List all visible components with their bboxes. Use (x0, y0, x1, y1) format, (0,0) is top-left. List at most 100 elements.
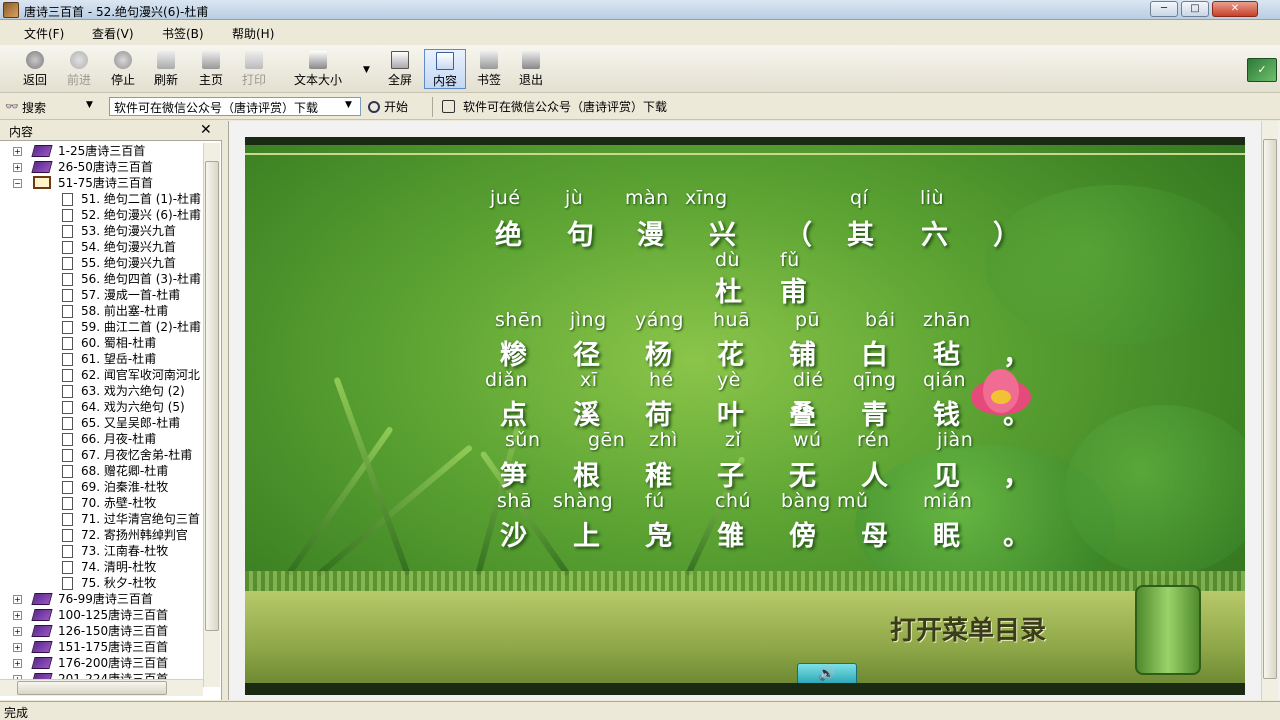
expand-icon[interactable]: + (13, 147, 22, 156)
tree-book-node[interactable]: +1-25唐诗三百首 (0, 143, 203, 159)
menu-view[interactable]: 查看(V) (92, 25, 134, 42)
pinyin-syllable: diǎn (485, 369, 529, 391)
tree-page-node[interactable]: 56. 绝句四首 (3)-杜甫 (0, 271, 203, 287)
window-title: 唐诗三百首 - 52.绝句漫兴(6)-杜甫 (24, 5, 209, 19)
expand-icon[interactable]: + (13, 611, 22, 620)
content-vertical-scrollbar[interactable] (1261, 121, 1278, 700)
tree-page-node[interactable]: 63. 戏为六绝句 (2) (0, 383, 203, 399)
minimize-button[interactable]: ─ (1150, 1, 1178, 17)
expand-icon[interactable]: + (13, 627, 22, 636)
tree-page-node[interactable]: 66. 月夜-杜甫 (0, 431, 203, 447)
collapse-icon[interactable]: − (13, 179, 22, 188)
pinyin-syllable: liù (920, 187, 945, 209)
tree-page-node[interactable]: 72. 寄扬州韩绰判官 (0, 527, 203, 543)
page-icon (62, 577, 73, 590)
poem-character: 叶 (717, 400, 744, 431)
tree-page-node[interactable]: 61. 望岳-杜甫 (0, 351, 203, 367)
poem-character: 点 (500, 400, 527, 431)
tree-page-label: 62. 闻官军收河南河北 (81, 368, 200, 382)
search-go-button[interactable]: 开始 (368, 98, 408, 115)
tree-vertical-scrollbar[interactable] (203, 143, 220, 687)
toolbar-separator (432, 97, 433, 117)
tree-book-node[interactable]: +126-150唐诗三百首 (0, 623, 203, 639)
poem-character: 径 (573, 340, 600, 371)
tree-page-label: 65. 又呈吴郎-杜甫 (81, 416, 181, 430)
poem-character: 句 (567, 220, 594, 251)
tree-page-node[interactable]: 67. 月夜忆舍弟-杜甫 (0, 447, 203, 463)
tree-horizontal-scrollbar[interactable] (0, 679, 203, 696)
tree-page-label: 58. 前出塞-杜甫 (81, 304, 169, 318)
poem-character: 糁 (500, 340, 527, 371)
tree-page-node[interactable]: 75. 秋夕-杜牧 (0, 575, 203, 591)
poem-character: 杨 (645, 340, 672, 371)
pinyin-syllable: shàng (553, 490, 614, 512)
tree-page-node[interactable]: 54. 绝句漫兴九首 (0, 239, 203, 255)
search-label[interactable]: 搜索 (22, 99, 46, 116)
tree-page-node[interactable]: 51. 绝句二首 (1)-杜甫 (0, 191, 203, 207)
tree-page-node[interactable]: 52. 绝句漫兴 (6)-杜甫 (0, 207, 203, 223)
tree-page-node[interactable]: 60. 蜀相-杜甫 (0, 335, 203, 351)
tree-book-node[interactable]: +176-200唐诗三百首 (0, 655, 203, 671)
tree-page-node[interactable]: 65. 又呈吴郎-杜甫 (0, 415, 203, 431)
tree-book-node[interactable]: +151-175唐诗三百首 (0, 639, 203, 655)
expand-icon[interactable]: + (13, 163, 22, 172)
tree-horizontal-scroll-thumb[interactable] (17, 681, 167, 695)
menu-file[interactable]: 文件(F) (24, 25, 64, 42)
pane-close-icon[interactable]: ✕ (200, 122, 212, 138)
forward-button[interactable]: 前进 (60, 49, 98, 89)
tree-page-node[interactable]: 70. 赤壁-杜牧 (0, 495, 203, 511)
content-vertical-scroll-thumb[interactable] (1263, 139, 1277, 679)
search-input-dropdown-icon[interactable]: ▼ (345, 100, 352, 110)
tree-book-node[interactable]: − 51-75唐诗三百首 (0, 175, 203, 191)
tree-page-node[interactable]: 74. 清明-杜牧 (0, 559, 203, 575)
pinyin-syllable: hé (649, 369, 674, 391)
search-dropdown-icon[interactable]: ▼ (86, 100, 93, 110)
poem-character: 漫 (637, 220, 664, 251)
stop-button[interactable]: 停止 (104, 49, 142, 89)
tree-page-node[interactable]: 69. 泊秦淮-杜牧 (0, 479, 203, 495)
back-button[interactable]: 返回 (16, 49, 54, 89)
expand-icon[interactable]: + (13, 659, 22, 668)
exit-button[interactable]: 退出 (512, 49, 550, 89)
tree-page-node[interactable]: 62. 闻官军收河南河北 (0, 367, 203, 383)
ad-link[interactable]: 软件可在微信公众号（唐诗评赏）下载 (442, 98, 667, 115)
tree-page-node[interactable]: 53. 绝句漫兴九首 (0, 223, 203, 239)
poem-character: （ (785, 220, 812, 251)
close-button[interactable]: ✕ (1212, 1, 1258, 17)
tree-book-node[interactable]: +100-125唐诗三百首 (0, 607, 203, 623)
contents-button[interactable]: 内容 (424, 49, 466, 89)
maximize-button[interactable]: □ (1181, 1, 1209, 17)
text-size-button[interactable]: 文本大小 (286, 49, 350, 89)
expand-icon[interactable]: + (13, 595, 22, 604)
home-button[interactable]: 主页 (192, 49, 230, 89)
refresh-button[interactable]: 刷新 (147, 49, 185, 89)
print-button[interactable]: 打印 (235, 49, 273, 89)
tree-page-node[interactable]: 64. 戏为六绝句 (5) (0, 399, 203, 415)
text-size-dropdown-icon[interactable]: ▼ (363, 65, 370, 75)
tree-page-node[interactable]: 68. 赠花卿-杜甫 (0, 463, 203, 479)
menu-help[interactable]: 帮助(H) (232, 25, 274, 42)
fullscreen-button[interactable]: 全屏 (381, 49, 419, 89)
open-menu-button[interactable]: 打开菜单目录 (857, 608, 1079, 654)
menu-bookmarks[interactable]: 书签(B) (162, 25, 204, 42)
exit-icon (522, 51, 540, 69)
tree-page-node[interactable]: 57. 漫成一首-杜甫 (0, 287, 203, 303)
tree-book-node[interactable]: +26-50唐诗三百首 (0, 159, 203, 175)
tree-page-node[interactable]: 71. 过华清宫绝句三首 (0, 511, 203, 527)
tree-page-node[interactable]: 59. 曲江二首 (2)-杜甫 (0, 319, 203, 335)
bookmarks-button[interactable]: 书签 (470, 49, 508, 89)
page-icon (62, 497, 73, 510)
pinyin-syllable: jiàn (937, 429, 974, 451)
tree-page-node[interactable]: 58. 前出塞-杜甫 (0, 303, 203, 319)
tree-page-node[interactable]: 73. 江南春-杜牧 (0, 543, 203, 559)
tree-book-node[interactable]: +76-99唐诗三百首 (0, 591, 203, 607)
speaker-button[interactable]: 🔊 (797, 663, 857, 683)
status-bar: 完成 (0, 701, 1280, 720)
pinyin-syllable: xī (580, 369, 598, 391)
expand-icon[interactable]: + (13, 643, 22, 652)
poem-character: 上 (573, 521, 600, 552)
tree-page-node[interactable]: 55. 绝句漫兴九首 (0, 255, 203, 271)
search-input[interactable]: 软件可在微信公众号（唐诗评赏）下载 (109, 97, 361, 116)
tree-vertical-scroll-thumb[interactable] (205, 161, 219, 631)
pinyin-syllable: qián (923, 369, 967, 391)
